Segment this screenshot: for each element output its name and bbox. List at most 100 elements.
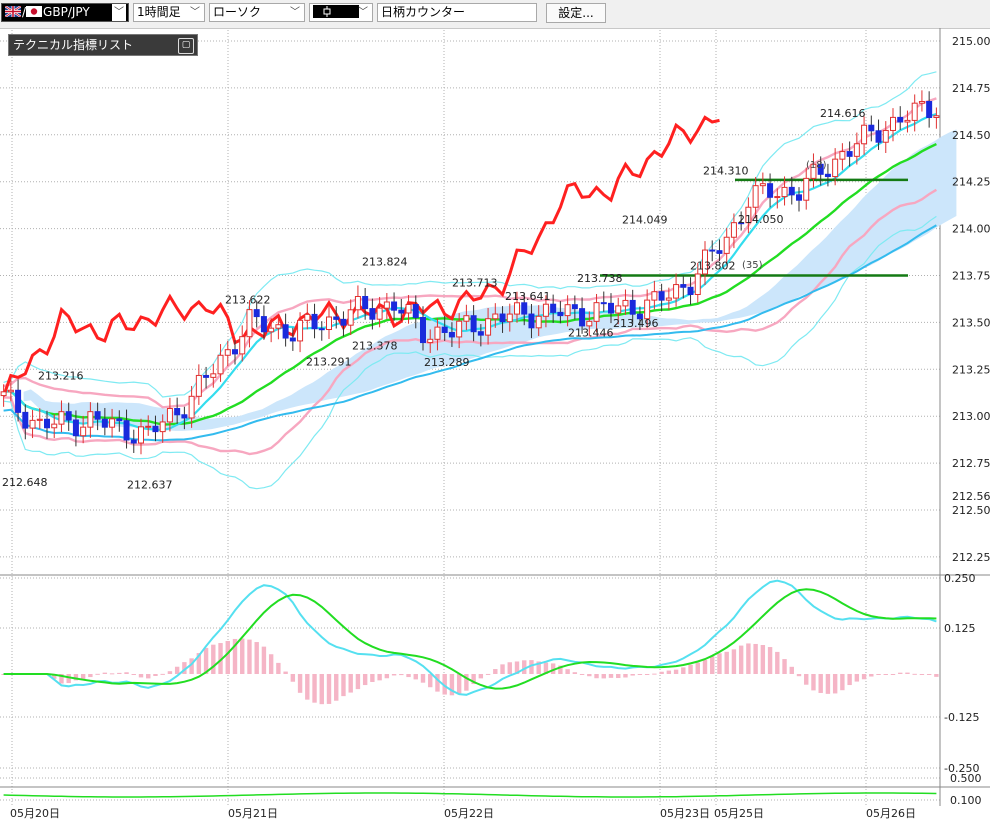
- macd-histogram-bar: [869, 674, 874, 677]
- candle-body: [268, 327, 275, 333]
- candle-body: [7, 389, 14, 393]
- candle-body: [673, 284, 680, 299]
- macd-histogram-bar: [876, 674, 881, 675]
- candle-body: [911, 102, 918, 121]
- candle-body: [586, 320, 593, 327]
- macd-histogram-bar: [565, 669, 570, 674]
- macd-histogram-bar: [804, 674, 809, 685]
- sub-indicator-line: [3, 792, 937, 798]
- price-tick-label: 215.00: [952, 35, 990, 48]
- macd-histogram-bar: [153, 674, 158, 677]
- price-annotation: 213.496: [613, 317, 659, 330]
- macd-histogram-bar: [305, 674, 310, 700]
- macd-histogram-bar: [240, 638, 245, 674]
- macd-histogram-bar: [312, 674, 317, 703]
- macd-histogram-bar: [500, 664, 505, 674]
- macd-histogram-bar: [854, 674, 860, 682]
- macd-histogram-bar: [717, 653, 722, 674]
- candle-body: [861, 124, 868, 145]
- candle-body: [311, 313, 318, 330]
- macd-histogram-bar: [601, 674, 606, 679]
- candle-body: [0, 391, 7, 397]
- price-tick-label: 212.25: [952, 551, 990, 564]
- macd-histogram-bar: [326, 674, 332, 704]
- collapse-icon[interactable]: ▢: [178, 38, 194, 54]
- timeframe-select[interactable]: 1時間足 ﹀: [133, 3, 205, 22]
- candle-body: [557, 311, 564, 317]
- macd-histogram-bar: [919, 674, 925, 675]
- macd-histogram-bar: [767, 647, 773, 674]
- macd-histogram-bar: [695, 662, 700, 674]
- current-price-label: 212.562: [952, 490, 990, 503]
- chevron-down-icon: ﹀: [112, 4, 126, 21]
- macd-histogram-bar: [131, 674, 136, 675]
- candle-body: [788, 186, 795, 196]
- candle-body: [398, 309, 405, 314]
- candle-body: [94, 411, 101, 420]
- candle-body: [781, 186, 788, 198]
- candle-body: [101, 418, 108, 428]
- chart-type-select[interactable]: ローソク ﹀: [209, 3, 305, 22]
- candle-body: [354, 295, 361, 311]
- candle-body: [492, 313, 499, 320]
- macd-histogram-bar: [861, 674, 867, 680]
- candle-body: [709, 249, 716, 252]
- candle-body: [87, 411, 94, 428]
- candle-body: [477, 331, 484, 336]
- candle-body: [897, 116, 904, 123]
- chevron-down-icon: ﹀: [358, 7, 368, 18]
- settings-button[interactable]: 設定...: [546, 3, 606, 23]
- candle-body: [326, 316, 332, 331]
- candle-body: [528, 313, 535, 329]
- macd-histogram-bar: [840, 674, 845, 691]
- macd-histogram-bar: [796, 674, 802, 677]
- time-axis: 05月20日 05月21日 05月22日 05月23日 05月25日 05月26日: [10, 807, 916, 820]
- counter-label: (35): [742, 260, 763, 271]
- macd-histogram-bar: [789, 666, 794, 674]
- candle-body: [383, 301, 390, 309]
- candle-body: [22, 411, 29, 429]
- macd-histogram-bar: [146, 674, 151, 679]
- price-annotation: 213.622: [225, 294, 271, 307]
- candle-body: [434, 326, 441, 340]
- currency-pair-label: GBP/JPY: [43, 5, 90, 19]
- candle-body: [80, 426, 87, 437]
- price-tick-label: 212.75: [952, 457, 990, 470]
- macd-histogram-bar: [818, 674, 823, 693]
- candle-body: [412, 303, 419, 318]
- macd-histogram-bar: [334, 674, 339, 701]
- indicator-list-panel[interactable]: テクニカル指標リスト ▢: [8, 34, 198, 56]
- candle-body: [803, 177, 810, 201]
- candle-body: [253, 309, 260, 318]
- candle-style-select[interactable]: ﹀: [309, 3, 373, 22]
- currency-pair-select[interactable]: / GBP/JPY ﹀: [1, 3, 129, 22]
- candle-body: [680, 284, 687, 288]
- price-annotation: 214.616: [820, 107, 866, 120]
- macd-histogram-bar: [898, 672, 903, 674]
- ticker-field[interactable]: 日柄カウンター: [377, 3, 537, 22]
- macd-histogram-bar: [377, 674, 382, 681]
- candle-body: [730, 222, 737, 238]
- price-tick-label: 213.25: [952, 363, 990, 376]
- candle-body: [289, 337, 296, 342]
- price-tick-label: 213.50: [952, 316, 990, 329]
- price-chart[interactable]: 213.216 212.648 212.637 213.622 213.824 213.2…: [0, 28, 990, 822]
- macd-histogram-bar: [934, 674, 939, 677]
- candle-body: [239, 336, 246, 355]
- price-tick-label: 214.25: [952, 176, 990, 189]
- price-annotation: 213.802: [690, 260, 736, 273]
- candle-body: [347, 309, 354, 326]
- chevron-down-icon: ﹀: [190, 7, 200, 18]
- candle-body: [658, 291, 665, 301]
- candle-body: [882, 129, 889, 143]
- candle-body: [195, 374, 202, 397]
- macd-histogram-bar: [926, 674, 932, 675]
- macd-histogram-bar: [782, 659, 787, 674]
- price-annotation: 214.310: [703, 164, 749, 177]
- macd-histogram-bar: [254, 642, 259, 674]
- macd-histogram-bar: [630, 674, 635, 676]
- macd-histogram-bar: [348, 674, 353, 693]
- macd-histogram-bar: [832, 674, 838, 694]
- macd-histogram-bar: [290, 674, 296, 682]
- candle-body: [58, 411, 65, 425]
